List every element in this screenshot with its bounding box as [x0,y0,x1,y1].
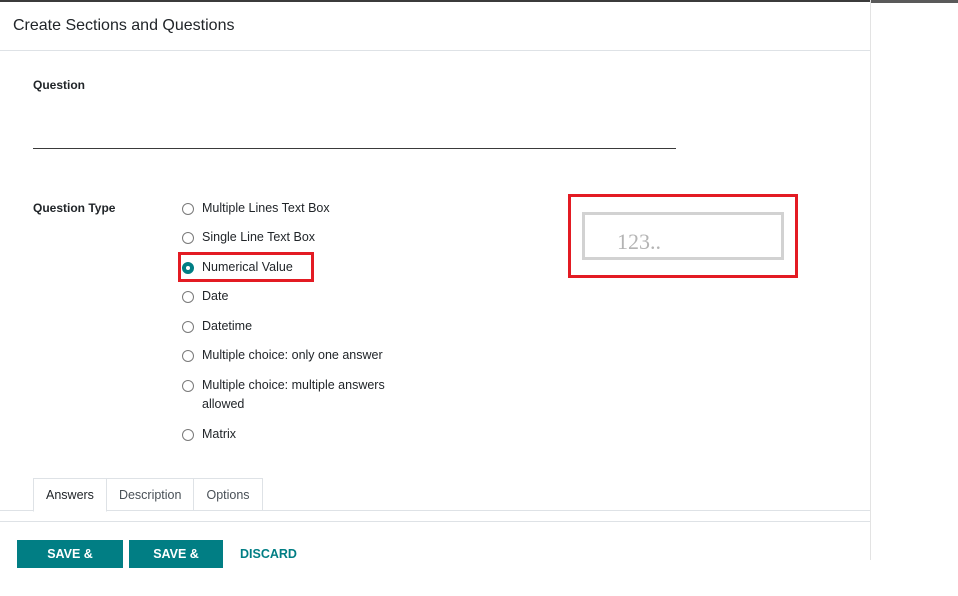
question-label: Question [33,78,86,92]
notebook-tabs: Answers Description Options [33,478,263,512]
tab-answers[interactable]: Answers [33,478,107,512]
radio-multiple-choice-multiple-answers[interactable]: Multiple choice: multiple answers allowe… [182,376,417,414]
radio-label: Datetime [202,319,253,333]
radio-button[interactable] [182,232,194,244]
radio-single-line-text-box[interactable]: Single Line Text Box [182,228,417,247]
radio-datetime[interactable]: Datetime [182,317,417,336]
footer-divider [0,521,870,522]
radio-label: Multiple choice: multiple answers allowe… [202,378,385,411]
preview-placeholder: 123.. [617,229,661,254]
radio-multiple-choice-one-answer[interactable]: Multiple choice: only one answer [182,346,417,365]
radio-button[interactable] [182,291,194,303]
tab-options[interactable]: Options [194,478,263,511]
radio-label: Multiple choice: only one answer [202,348,383,362]
numerical-preview-field: 123.. [582,212,784,260]
modal-title: Create Sections and Questions [13,17,235,34]
save-new-button[interactable]: SAVE & NEW [129,540,223,589]
radio-button[interactable] [182,203,194,215]
question-input[interactable] [33,118,676,149]
radio-label: Single Line Text Box [202,230,316,244]
modal-header: Create Sections and Questions [0,2,870,51]
save-close-button[interactable]: SAVE & CLOSE [17,540,123,589]
radio-matrix[interactable]: Matrix [182,425,417,444]
radio-date[interactable]: Date [182,287,417,306]
question-dialog: Create Sections and Questions Question Q… [0,0,871,589]
radio-label: Matrix [202,427,237,441]
tab-description[interactable]: Description [106,478,195,511]
numerical-value-highlight [178,252,314,282]
radio-button[interactable] [182,380,194,392]
background-navbar [871,0,958,3]
radio-button[interactable] [182,350,194,362]
radio-multiple-lines-text-box[interactable]: Multiple Lines Text Box [182,199,417,218]
background-page [871,0,958,560]
radio-label: Multiple Lines Text Box [202,201,330,215]
discard-button[interactable]: DISCARD [240,540,297,568]
radio-button[interactable] [182,321,194,333]
radio-button[interactable] [182,429,194,441]
radio-label: Date [202,289,229,303]
question-type-label: Question Type [33,201,116,215]
